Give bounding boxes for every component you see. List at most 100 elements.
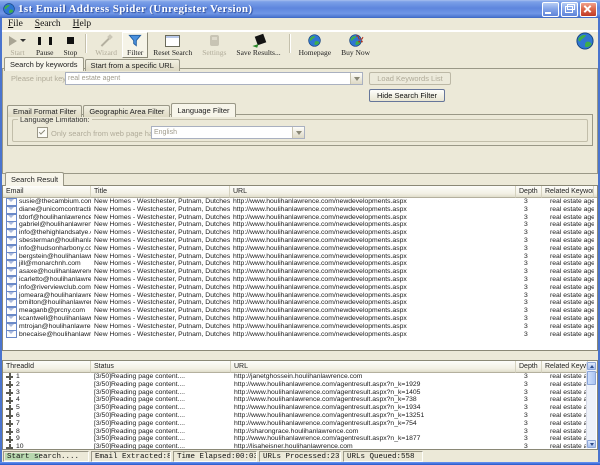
keyword-cell: real estate agent [542,315,594,323]
minimize-button[interactable] [542,2,559,17]
column-header-url[interactable]: URL [230,186,516,198]
email-icon [6,276,17,284]
email-icon [6,198,17,206]
url-cell: http://www.houlihanlawrence.com/newdevel… [230,237,516,245]
filter-button[interactable]: Filter [122,32,148,58]
thread-row[interactable]: 1[3/50]Reading page content....http://ja… [3,373,597,381]
result-row[interactable]: susie@thecambium.comNew Homes - Westches… [3,198,597,206]
keyword-cell: real estate agent [542,229,594,237]
pause-button[interactable]: Pause [31,32,59,58]
thread-table-scrollbar[interactable] [586,362,596,448]
result-row[interactable]: bmilton@houlihanlawrence.comNew Homes - … [3,299,597,307]
keyword-cell: real estate agent [542,237,594,245]
result-row[interactable]: info@riverviewclub.comNew Homes - Westch… [3,284,597,292]
table-splitter[interactable] [2,351,598,360]
save-results-button[interactable]: Save Results... [231,32,285,58]
column-header-threadid[interactable]: ThreadId [3,361,91,373]
result-row[interactable]: jill@monarchnh.comNew Homes - Westcheste… [3,260,597,268]
email-text: gabriel@houlihanlawrence.com [19,221,91,229]
thread-row[interactable]: 10[3/50]Reading page content....http://l… [3,443,597,450]
keyword-cell: real estate agent [542,284,594,292]
column-header-related-keyword[interactable]: Related Keyword [542,361,588,373]
hide-search-filter-button[interactable]: Hide Search Filter [369,89,445,102]
thread-row[interactable]: 6[3/50]Reading page content....http://ww… [3,412,597,420]
url-cell: http://www.houlihanlawrence.com/newdevel… [230,307,516,315]
email-cell: sbesterman@houlihanlawrence... [3,237,91,245]
status-urls-queued: URLs Queued:558 [343,451,423,462]
depth-cell: 3 [516,221,542,229]
result-row[interactable]: kcantwell@houlihanlawrence.c...New Homes… [3,315,597,323]
email-text: kcantwell@houlihanlawrence.c... [19,315,91,323]
tab-language-filter[interactable]: Language Filter [171,103,235,117]
menu-file[interactable]: File [2,19,29,29]
result-row[interactable]: mtrojan@houlihanlawrence.comNew Homes - … [3,323,597,331]
url-cell: http://www.houlihanlawrence.com/newdevel… [230,299,516,307]
reset-search-label: Reset Search [153,48,192,57]
thread-row[interactable]: 7[3/50]Reading page content....http://ww… [3,420,597,428]
buy-now-button[interactable]: Buy Now [336,32,375,58]
url-cell: http://www.houlihanlawrence.com/newdevel… [230,221,516,229]
column-header-url[interactable]: URL [231,361,516,373]
email-cell: jomeara@houlihanlawrence.com [3,291,91,299]
tab-email-format-filter[interactable]: Email Format Filter [7,105,82,117]
homepage-button[interactable]: Homepage [294,32,337,58]
url-cell: http://www.houlihanlawrence.com/agentres… [231,435,516,443]
result-row[interactable]: jomeara@houlihanlawrence.comNew Homes - … [3,292,597,300]
menu-help[interactable]: Help [67,19,97,29]
result-row[interactable]: gabriel@houlihanlawrence.comNew Homes - … [3,221,597,229]
email-icon [6,284,17,292]
result-row[interactable]: diane@unicomcontracting.comNew Homes - W… [3,206,597,214]
tab-search-result[interactable]: Search Result [5,172,64,186]
tab-search-by-keywords[interactable]: Search by keywords [4,57,84,71]
language-checkbox [37,127,48,138]
result-row[interactable]: icarletto@houlihanlawrence.comNew Homes … [3,276,597,284]
title-cell: New Homes - Westchester, Putnam, Dutches… [91,253,230,261]
thread-row[interactable]: 9[3/50]Reading page content....http://ww… [3,435,597,443]
thread-row[interactable]: 2[3/50]Reading page content....http://ww… [3,381,597,389]
language-limitation-group: Language Limitation: Only search from we… [12,119,588,142]
depth-cell: 3 [516,381,542,389]
restore-button[interactable] [561,2,578,17]
email-text: bnecaise@houlihanlawrence.c... [19,331,91,339]
result-row[interactable]: asaxe@houlihanlawrence.comNew Homes - We… [3,268,597,276]
app-window: 1st Email Address Spider (Unregister Ver… [0,0,600,465]
email-cell: bergstein@houlihanlawrence.c... [3,252,91,260]
thread-row[interactable]: 3[3/50]Reading page content....http://ww… [3,389,597,397]
result-row[interactable]: sbesterman@houlihanlawrence...New Homes … [3,237,597,245]
depth-cell: 3 [516,315,542,323]
reset-search-button[interactable]: Reset Search [148,32,197,58]
scroll-thumb[interactable] [587,371,596,385]
result-row[interactable]: bnecaise@houlihanlawrence.c...New Homes … [3,331,597,339]
result-row[interactable]: tdorf@houlihanlawrence.comNew Homes - We… [3,214,597,222]
title-cell: New Homes - Westchester, Putnam, Dutches… [91,323,230,331]
title-cell: New Homes - Westchester, Putnam, Dutches… [91,315,230,323]
column-header-email[interactable]: Email [3,186,91,198]
pause-icon [38,34,52,47]
url-cell: http://www.houlihanlawrence.com/newdevel… [230,292,516,300]
email-cell: info@riverviewclub.com [3,284,91,292]
url-cell: http://www.houlihanlawrence.com/newdevel… [230,229,516,237]
menu-search[interactable]: Search [29,19,67,29]
column-header-depth[interactable]: Depth [516,186,542,198]
tab-start-from-a-specific-url[interactable]: Start from a specific URL [85,59,180,71]
stop-button[interactable]: Stop [59,32,83,58]
column-header-related-keyword[interactable]: Related Keyword [542,186,594,198]
thread-row[interactable]: 4[3/50]Reading page content....http://ww… [3,396,597,404]
column-header-depth[interactable]: Depth [516,361,542,373]
scroll-up-icon[interactable] [587,362,596,370]
url-cell: http://www.houlihanlawrence.com/newdevel… [230,268,516,276]
result-row[interactable]: bergstein@houlihanlawrence.c...New Homes… [3,253,597,261]
result-row[interactable]: meaganb@prcny.comNew Homes - Westchester… [3,307,597,315]
keyword-cell: real estate agent [542,435,588,443]
thread-row[interactable]: 5[3/50]Reading page content....http://ww… [3,404,597,412]
result-row[interactable]: info@thehighlandsatye.comNew Homes - Wes… [3,229,597,237]
column-header-status[interactable]: Status [91,361,231,373]
tab-geographic-area-filter[interactable]: Geographic Area Filter [83,105,170,117]
result-row[interactable]: info@hudsonharbony.comNew Homes - Westch… [3,245,597,253]
stop-icon [67,34,74,47]
scroll-down-icon[interactable] [587,440,596,448]
status-cell: [3/50]Reading page content.... [91,443,231,450]
column-header-title[interactable]: Title [91,186,230,198]
thread-row[interactable]: 8[3/50]Reading page content....http://sh… [3,428,597,436]
close-button[interactable] [580,2,597,17]
